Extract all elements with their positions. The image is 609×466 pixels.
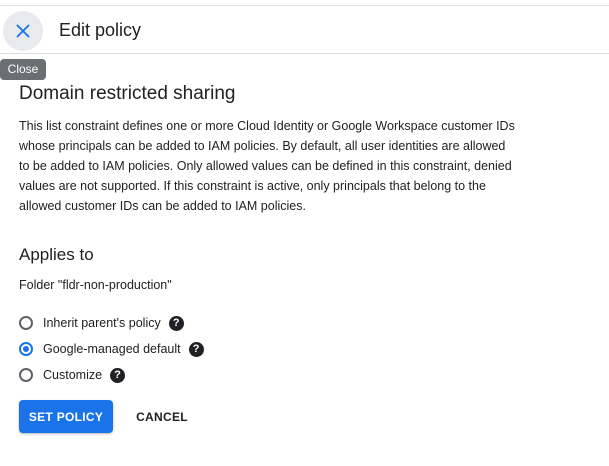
close-button[interactable] (3, 11, 43, 51)
radio-inherit-parent-policy[interactable]: Inherit parent's policy ? (19, 313, 184, 333)
radio-label: Customize (43, 368, 103, 382)
help-icon[interactable]: ? (188, 341, 204, 357)
radio-google-managed-default[interactable]: Google-managed default ? (19, 339, 204, 359)
help-icon[interactable]: ? (168, 315, 184, 331)
radio-button[interactable] (19, 316, 33, 330)
radio-customize[interactable]: Customize ? (19, 365, 126, 385)
set-policy-button[interactable]: SET POLICY (19, 400, 113, 433)
radio-label: Inherit parent's policy (43, 316, 161, 330)
radio-button[interactable] (19, 368, 33, 382)
panel-header: Edit policy (0, 6, 609, 54)
help-icon[interactable]: ? (110, 367, 126, 383)
radio-label: Google-managed default (43, 342, 181, 356)
close-icon (12, 20, 34, 42)
policy-description: This list constraint defines one or more… (19, 119, 515, 213)
radio-button-selected[interactable] (19, 342, 33, 356)
resource-name: Folder "fldr-non-production" (19, 278, 172, 292)
panel-title: Edit policy (59, 20, 142, 40)
policy-title: Domain restricted sharing (19, 83, 236, 104)
applies-to-heading: Applies to (19, 245, 94, 264)
close-tooltip: Close (0, 59, 46, 80)
cancel-button[interactable]: CANCEL (124, 400, 200, 433)
